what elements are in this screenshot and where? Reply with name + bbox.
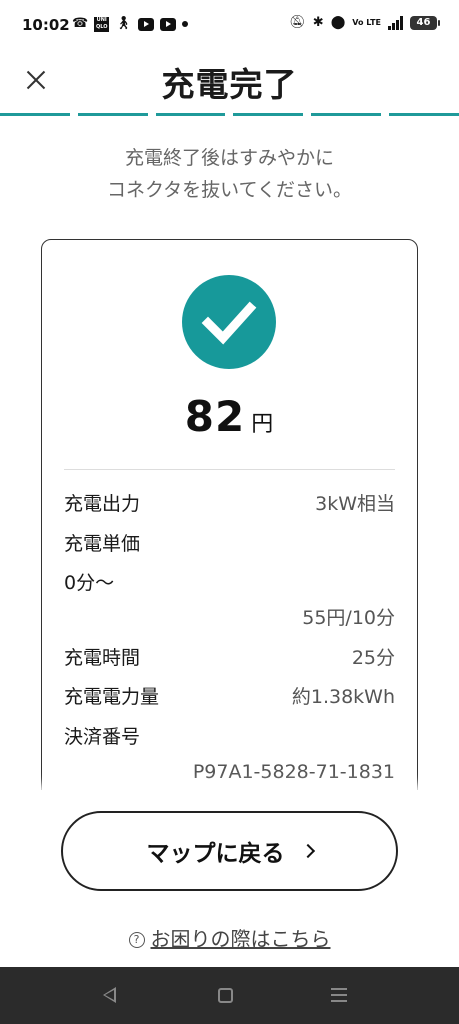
back-to-map-button[interactable]: マップに戻る xyxy=(61,811,398,891)
row-label: 0分〜 xyxy=(64,572,115,594)
instruction-line-2: コネクタを抜いてください。 xyxy=(106,179,353,201)
row-value: P97A1-5828-71-1831 xyxy=(192,761,395,783)
row-label: 充電電力量 xyxy=(64,686,160,708)
bell-off-icon: 🔕︎ xyxy=(289,15,306,30)
help-icon: ? xyxy=(128,932,145,948)
progress-step xyxy=(311,113,382,116)
row-label: 充電時間 xyxy=(64,647,141,669)
amount-unit: 円 xyxy=(251,412,274,437)
row-duration: 充電時間 25分 xyxy=(64,644,395,672)
divider xyxy=(64,469,395,470)
instruction-text: 充電終了後はすみやかに コネクタを抜いてください。 xyxy=(0,142,459,206)
uniqlo-icon: UNI QLO xyxy=(94,16,110,32)
progress-steps xyxy=(0,113,459,116)
row-unit-price: 充電単価 xyxy=(64,530,395,558)
row-output: 充電出力 3kW相当 xyxy=(64,490,395,518)
missed-call-icon: ☎ xyxy=(72,16,89,31)
youtube-icon xyxy=(137,17,154,31)
bluetooth-icon: ✱ xyxy=(312,15,324,30)
battery-icon: 46 xyxy=(410,16,440,30)
row-label: 充電出力 xyxy=(64,493,141,515)
nav-home-icon[interactable] xyxy=(218,988,233,1003)
row-value: 55円/10分 xyxy=(302,607,395,629)
help-link-label: お困りの際はこちら xyxy=(150,927,331,951)
status-left-icons: ☎ UNI QLO 🚶︎ xyxy=(72,15,188,33)
nav-recents-icon[interactable] xyxy=(331,988,347,1003)
status-time: 10:02 xyxy=(22,16,70,34)
row-payment-id: 決済番号 xyxy=(64,723,395,751)
row-label: 決済番号 xyxy=(64,726,141,748)
system-nav-bar xyxy=(0,967,459,1024)
youtube-icon-2 xyxy=(159,17,176,31)
back-to-map-label: マップに戻る xyxy=(146,841,285,867)
progress-step xyxy=(77,113,148,116)
signal-icon xyxy=(388,16,403,30)
status-right-icons: 🔕︎ ✱ ⬤ Vo LTE 46 xyxy=(289,14,440,32)
volte-icon: Vo LTE xyxy=(352,18,381,27)
amount-value: 82 xyxy=(184,392,246,441)
instruction-line-1: 充電終了後はすみやかに xyxy=(124,147,334,169)
row-value: 約1.38kWh xyxy=(291,686,395,708)
row-value: 3kW相当 xyxy=(315,493,395,515)
page-title: 充電完了 xyxy=(161,65,298,104)
amount: 82 円 xyxy=(42,392,416,441)
progress-step xyxy=(233,113,304,116)
status-bar: 10:02 ☎ UNI QLO 🚶︎ 🔕︎ ✱ ⬤ Vo LTE 46 xyxy=(0,0,459,50)
walking-icon: 🚶︎ xyxy=(115,16,132,31)
chevron-right-icon xyxy=(300,843,315,859)
notification-dot-icon xyxy=(181,21,188,27)
help-link[interactable]: ? お困りの際はこちら xyxy=(0,923,459,952)
location-icon: ⬤ xyxy=(330,15,346,30)
progress-step xyxy=(0,113,70,116)
checkmark-icon xyxy=(182,275,276,369)
receipt-card: 82 円 充電出力 3kW相当 充電単価 0分〜 55円/10分 充電時間 25分… xyxy=(41,239,418,819)
row-energy: 充電電力量 約1.38kWh xyxy=(64,683,395,711)
row-price-tier-value: 55円/10分 xyxy=(64,604,395,632)
progress-step xyxy=(155,113,226,116)
nav-back-icon[interactable] xyxy=(103,987,116,1003)
row-payment-id-value: P97A1-5828-71-1831 xyxy=(64,758,395,786)
row-value: 25分 xyxy=(351,647,395,669)
row-price-tier: 0分〜 xyxy=(64,569,395,597)
progress-step xyxy=(389,113,459,116)
row-label: 充電単価 xyxy=(64,533,141,555)
